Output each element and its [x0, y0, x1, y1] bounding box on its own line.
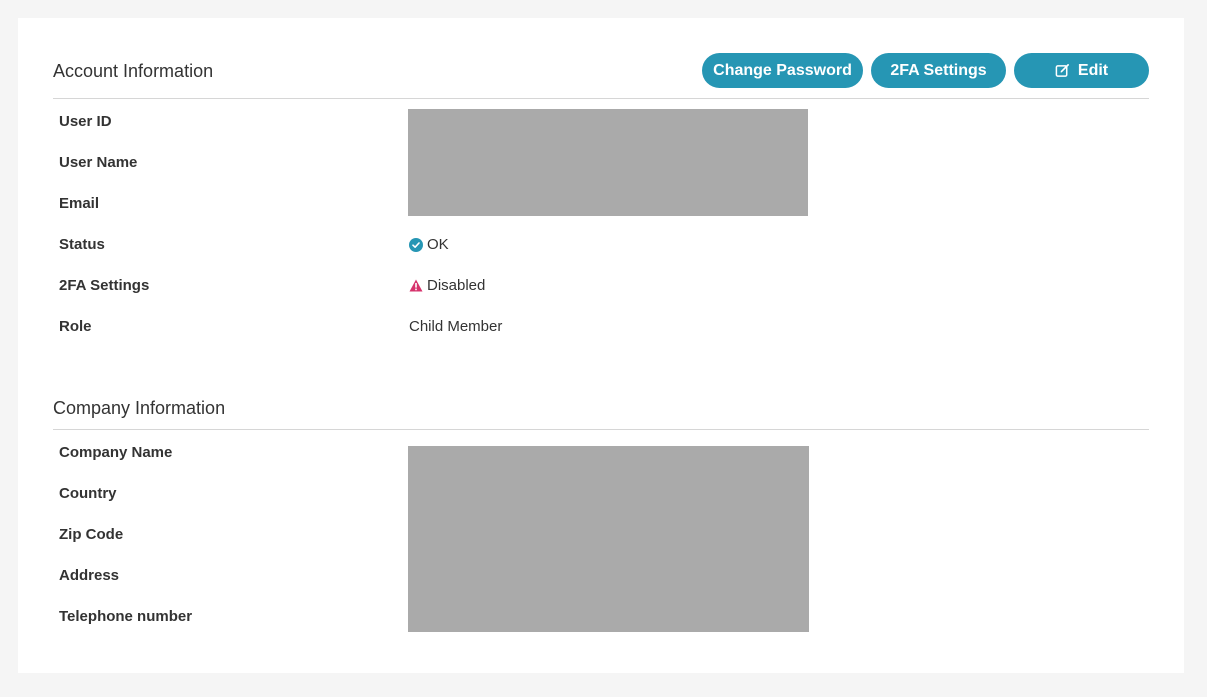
account-divider — [53, 98, 1149, 99]
edit-icon — [1055, 63, 1070, 78]
company-row-zip: Zip Code — [59, 526, 1149, 546]
row-label: Address — [59, 567, 120, 584]
row-label: 2FA Settings — [59, 277, 150, 294]
company-row-address: Address — [59, 567, 1149, 587]
company-section-title: Company Information — [53, 398, 226, 418]
company-row-telephone: Telephone number — [59, 608, 1149, 628]
row-label: Company Name — [59, 444, 173, 461]
account-row-role: Role Child Member — [59, 318, 1149, 338]
twofa-text: Disabled — [427, 277, 486, 294]
row-label: Email — [59, 195, 100, 212]
edit-label: Edit — [1077, 61, 1109, 79]
account-panel: Account Information Change Password 2FA … — [18, 18, 1184, 673]
row-label: Country — [59, 485, 117, 502]
account-section-title: Account Information — [53, 61, 214, 81]
account-row-2fa: 2FA Settings Disabled — [59, 277, 1149, 297]
row-label: Role — [59, 318, 92, 335]
row-label: Zip Code — [59, 526, 124, 543]
row-label: User Name — [59, 154, 138, 171]
company-row-name: Company Name — [59, 444, 1149, 464]
row-label: Telephone number — [59, 608, 193, 625]
edit-button[interactable]: Edit — [1014, 53, 1149, 88]
twofa-settings-label: 2FA Settings — [890, 61, 987, 79]
company-row-country: Country — [59, 485, 1149, 505]
account-section: Account Information Change Password 2FA … — [53, 18, 1149, 358]
change-password-label: Change Password — [713, 61, 852, 79]
account-redacted-block — [408, 109, 808, 216]
check-circle-icon — [409, 237, 423, 252]
account-row-status: Status OK — [59, 236, 1149, 256]
twofa-settings-button[interactable]: 2FA Settings — [871, 53, 1006, 88]
row-label: User ID — [59, 113, 112, 130]
role-value: Child Member — [409, 318, 503, 335]
row-label: Status — [59, 236, 105, 253]
status-value: OK — [409, 236, 449, 253]
company-divider — [53, 429, 1149, 430]
twofa-value: Disabled — [409, 277, 485, 294]
company-section: Company Information Company Name Country… — [53, 358, 1149, 658]
status-text: OK — [427, 236, 449, 253]
warning-triangle-icon — [409, 279, 423, 293]
change-password-button[interactable]: Change Password — [702, 53, 863, 88]
